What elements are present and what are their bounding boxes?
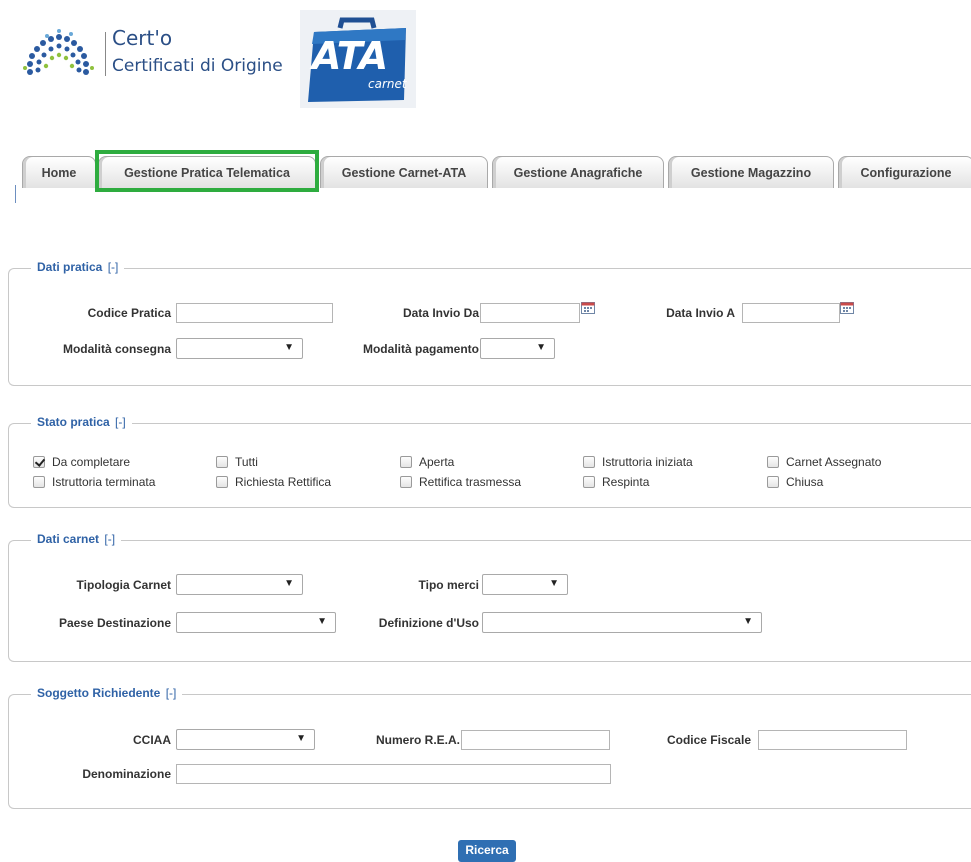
definizione-uso-select[interactable]: ▼ (482, 612, 762, 633)
tab-gestione-anagrafiche[interactable]: Gestione Anagrafiche (492, 156, 664, 188)
tab-label: Home (41, 166, 77, 180)
data-invio-da-label: Data Invio Da (402, 306, 479, 320)
codice-pratica-label: Codice Pratica (87, 306, 171, 320)
tab-label: Gestione Anagrafiche (513, 166, 643, 180)
definizione-uso-label: Definizione d'Uso (378, 616, 479, 630)
cciaa-select[interactable]: ▼ (176, 729, 315, 750)
codice-fiscale-input[interactable] (758, 730, 907, 750)
legend-title: Dati pratica (37, 260, 103, 274)
collapse-toggle[interactable]: [-] (104, 532, 115, 546)
tab-gestione-carnet-ata[interactable]: Gestione Carnet-ATA (320, 156, 488, 188)
dropdown-arrow-icon: ▼ (284, 578, 294, 589)
modalita-consegna-label: Modalità consegna (62, 342, 171, 356)
text-cursor (15, 185, 16, 203)
fieldset-soggetto-richiedente: Soggetto Richiedente [-] CCIAA ▼ Numero … (8, 686, 971, 809)
data-invio-a-input[interactable] (742, 303, 840, 323)
checkbox-label: Rettifica trasmessa (419, 475, 522, 489)
checkbox[interactable] (216, 456, 228, 468)
calendar-icon[interactable] (581, 302, 595, 314)
paese-destinazione-label: Paese Destinazione (58, 616, 171, 630)
checkbox-label: Chiusa (786, 475, 824, 489)
tab-label: Gestione Carnet-ATA (341, 166, 467, 180)
checkbox[interactable] (216, 476, 228, 488)
checkbox[interactable] (583, 456, 595, 468)
checkbox[interactable] (767, 456, 779, 468)
modalita-consegna-select[interactable]: ▼ (176, 338, 303, 359)
paese-destinazione-select[interactable]: ▼ (176, 612, 336, 633)
checkbox[interactable] (33, 456, 45, 468)
tipo-merci-select[interactable]: ▼ (482, 574, 568, 595)
ata-logo-text: ATA (312, 34, 388, 78)
calendar-icon[interactable] (840, 302, 854, 314)
tipologia-carnet-label: Tipologia Carnet (76, 578, 171, 592)
checkbox-label: Istruttoria terminata (52, 475, 156, 489)
tab-gestione-magazzino[interactable]: Gestione Magazzino (668, 156, 834, 188)
data-invio-da-input[interactable] (480, 303, 580, 323)
tab-label: Configurazione (860, 166, 952, 180)
dropdown-arrow-icon: ▼ (284, 342, 294, 353)
checkbox[interactable] (400, 456, 412, 468)
logo-separator (105, 32, 106, 76)
data-invio-a-label: Data Invio A (666, 306, 735, 320)
dropdown-arrow-icon: ▼ (536, 342, 546, 353)
denominazione-input[interactable] (176, 764, 611, 784)
legend-title: Stato pratica (37, 415, 110, 429)
checkbox[interactable] (33, 476, 45, 488)
checkbox[interactable] (583, 476, 595, 488)
checkbox-label: Richiesta Rettifica (235, 475, 332, 489)
codice-pratica-input[interactable] (176, 303, 333, 323)
collapse-toggle[interactable]: [-] (108, 260, 119, 274)
numero-rea-input[interactable] (461, 730, 610, 750)
certo-dots-icon (23, 29, 94, 75)
checkbox[interactable] (767, 476, 779, 488)
ata-logo-subtext: carnet (368, 77, 407, 91)
certo-title: Cert'o (112, 26, 173, 50)
legend-dati-carnet: Dati carnet [-] (31, 532, 122, 546)
collapse-toggle[interactable]: [-] (115, 415, 126, 429)
fieldset-dati-pratica: Dati pratica [-] Codice Pratica Data Inv… (8, 260, 971, 386)
modalita-pagamento-label: Modalità pagamento (362, 342, 479, 356)
checkbox-label: Aperta (419, 455, 455, 469)
dropdown-arrow-icon: ▼ (296, 733, 306, 744)
legend-stato-pratica: Stato pratica [-] (31, 415, 132, 429)
checkbox[interactable] (400, 476, 412, 488)
collapse-toggle[interactable]: [-] (166, 686, 177, 700)
tab-gestione-pratica-telematica[interactable]: Gestione Pratica Telematica (98, 156, 316, 188)
codice-fiscale-label: Codice Fiscale (666, 733, 751, 747)
fieldset-stato-pratica: Stato pratica [-] Da completare Tutti Aper… (8, 415, 971, 508)
modalita-pagamento-select[interactable]: ▼ (480, 338, 555, 359)
tab-label: Gestione Magazzino (690, 166, 812, 180)
checkbox-label: Respinta (602, 475, 650, 489)
checkbox-label: Carnet Assegnato (786, 455, 882, 469)
tab-configurazione[interactable]: Configurazione (838, 156, 971, 188)
checkbox-label: Istruttoria iniziata (602, 455, 693, 469)
tipologia-carnet-select[interactable]: ▼ (176, 574, 303, 595)
tab-label: Gestione Pratica Telematica (124, 166, 290, 180)
tab-home[interactable]: Home (22, 156, 96, 188)
fieldset-dati-carnet: Dati carnet [-] Tipologia Carnet ▼ Tipo … (8, 532, 971, 662)
legend-dati-pratica: Dati pratica [-] (31, 260, 125, 274)
dropdown-arrow-icon: ▼ (549, 578, 559, 589)
checkbox-label: Tutti (235, 455, 258, 469)
legend-title: Soggetto Richiedente (37, 686, 161, 700)
ata-carnet-logo: ATA carnet (300, 10, 416, 108)
dropdown-arrow-icon: ▼ (317, 616, 327, 627)
certo-logo: Cert'o Certificati di Origine (22, 22, 292, 92)
dropdown-arrow-icon: ▼ (743, 616, 753, 627)
checkbox-label: Da completare (52, 455, 131, 469)
tipo-merci-label: Tipo merci (418, 578, 479, 592)
legend-title: Dati carnet (37, 532, 100, 546)
denominazione-label: Denominazione (82, 767, 171, 781)
legend-soggetto-richiedente: Soggetto Richiedente [-] (31, 686, 183, 700)
cciaa-label: CCIAA (133, 733, 171, 747)
numero-rea-label: Numero R.E.A. (375, 733, 460, 747)
certo-subtitle: Certificati di Origine (112, 56, 283, 76)
